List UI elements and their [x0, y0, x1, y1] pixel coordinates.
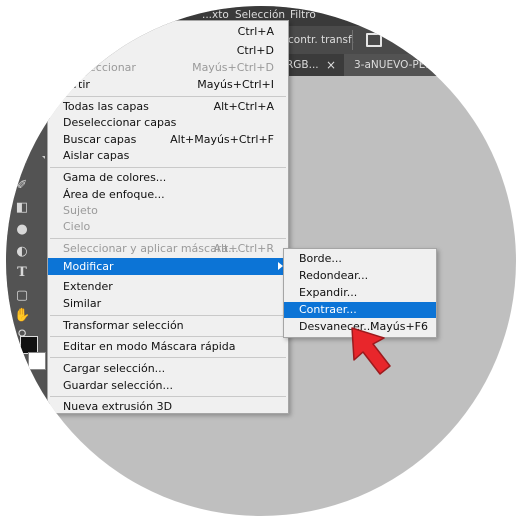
doc-tab-close-icon[interactable]: ×: [326, 58, 336, 72]
menu-item-label: Extender: [63, 280, 113, 293]
menu-item-sujeto[interactable]: Sujeto: [48, 203, 288, 219]
rectangle-tool-icon[interactable]: ▢: [14, 288, 30, 304]
menu-item-label: Deseleccionar capas: [63, 116, 177, 129]
menu-item-todas-las-capas[interactable]: Todas las capas Alt+Ctrl+A: [48, 99, 288, 115]
menu-item-label: Seleccionar y aplicar máscara...: [63, 242, 239, 255]
menu-item-gama-de-colores[interactable]: Gama de colores...: [48, 170, 288, 186]
menu-item-cielo[interactable]: Cielo: [48, 219, 288, 235]
menu-item-area-de-enfoque[interactable]: Área de enfoque...: [48, 187, 288, 203]
menu-item-todo[interactable]: Ctrl+A: [48, 24, 288, 40]
stamp-tool-icon[interactable]: ✦: [14, 156, 30, 172]
menu-item-label: Guardar selección...: [63, 379, 173, 392]
menu-item-aislar-capas[interactable]: Aislar capas: [48, 148, 288, 164]
type-tool-icon[interactable]: T: [14, 265, 30, 281]
menu-item-buscar-capas[interactable]: Buscar capas Alt+Mayús+Ctrl+F: [48, 132, 288, 148]
menu-item-label: Todas las capas: [63, 100, 149, 113]
menu-separator: [50, 238, 286, 239]
menu-item-shortcut: Alt+Ctrl+A: [213, 100, 274, 113]
menu-item-label: Redondear...: [299, 269, 369, 282]
menu-separator: [50, 357, 286, 358]
submenu-item-redondear[interactable]: Redondear...: [284, 268, 436, 284]
hand-tool-icon[interactable]: ✋: [14, 308, 30, 324]
eraser-tool-icon[interactable]: ◧: [14, 200, 30, 216]
menu-item-label: Contraer...: [299, 303, 357, 316]
menu-item-guardar-seleccion[interactable]: Guardar selección...: [48, 378, 288, 394]
menu-item-invertir[interactable]: ...rtir Mayús+Ctrl+I: [48, 77, 288, 93]
menubar-item-filtro[interactable]: Filtro: [290, 9, 316, 21]
menu-item-label: Transformar selección: [63, 319, 184, 332]
red-arrow-pointer-icon: [351, 327, 391, 375]
menu-item-label: Gama de colores...: [63, 171, 167, 184]
menu-item-shortcut: Alt+Ctrl+R: [213, 242, 274, 255]
options-bar-label[interactable]: contr. transf.: [288, 34, 354, 46]
menu-separator: [50, 315, 286, 316]
menu-item-label: Buscar capas: [63, 133, 137, 146]
menu-item-label: Aislar capas: [63, 149, 130, 162]
menu-separator: [50, 336, 286, 337]
menu-separator: [50, 396, 286, 397]
menu-item-nueva-extrusion-3d[interactable]: Nueva extrusión 3D: [48, 399, 288, 415]
menu-separator: [50, 96, 286, 97]
menu-item-seleccionar-y-aplicar-mascara[interactable]: Seleccionar y aplicar máscara... Alt+Ctr…: [48, 241, 288, 257]
menu-item-label: Cargar selección...: [63, 362, 166, 375]
history-brush-tool-icon[interactable]: ✐: [14, 178, 30, 194]
menu-item-volver-a-seleccionar[interactable]: ...seleccionar Mayús+Ctrl+D: [48, 60, 288, 76]
menu-item-shortcut: Mayús+Ctrl+I: [197, 78, 274, 91]
doc-tab-label: 3-aNUEVO-PES: [354, 59, 433, 71]
menu-item-shortcut: Ctrl+D: [236, 44, 274, 57]
submenu-item-expandir[interactable]: Expandir...: [284, 285, 436, 301]
menu-item-label: Editar en modo Máscara rápida: [63, 340, 236, 353]
menu-item-similar[interactable]: Similar: [48, 296, 288, 312]
background-color-swatch[interactable]: [28, 352, 46, 370]
menu-item-modificar[interactable]: Modificar: [48, 258, 288, 275]
menu-item-label: Expandir...: [299, 286, 358, 299]
seleccion-menu: Ctrl+A ...ar Ctrl+D ...seleccionar Mayús…: [47, 20, 289, 414]
menu-item-label: ...ar: [63, 44, 85, 57]
menu-item-editar-mascara-rapida[interactable]: Editar en modo Máscara rápida: [48, 339, 288, 355]
doc-tab-rgb[interactable]: RGB...: [286, 59, 319, 71]
menu-item-transformar-seleccion[interactable]: Transformar selección: [48, 318, 288, 334]
menu-item-shortcut: Mayús+Ctrl+D: [192, 61, 274, 74]
small-triangle-icon: [42, 156, 45, 159]
menu-item-label: Cielo: [63, 220, 91, 233]
menu-item-label: Nueva extrusión 3D: [63, 400, 173, 413]
align-icon[interactable]: [366, 33, 382, 47]
menu-item-label: Similar: [63, 297, 102, 310]
menu-item-deseleccionar[interactable]: ...ar Ctrl+D: [48, 43, 288, 59]
menu-item-label: Modificar: [63, 260, 114, 273]
menu-item-label: Borde...: [299, 252, 342, 265]
menu-item-shortcut: Alt+Mayús+Ctrl+F: [170, 133, 274, 146]
dodge-tool-icon[interactable]: ◐: [14, 244, 30, 260]
brush-tool-icon[interactable]: ✎: [14, 134, 30, 150]
menu-separator: [50, 167, 286, 168]
blur-tool-icon[interactable]: ●: [14, 222, 30, 238]
menu-item-label: ...rtir: [63, 78, 90, 91]
menu-item-deseleccionar-capas[interactable]: Deseleccionar capas: [48, 115, 288, 131]
menu-item-cargar-seleccion[interactable]: Cargar selección...: [48, 361, 288, 377]
menu-item-shortcut: Ctrl+A: [237, 25, 274, 38]
menu-item-label: ...seleccionar: [63, 61, 136, 74]
menu-item-label: Sujeto: [63, 204, 98, 217]
menu-item-label: Área de enfoque...: [63, 188, 165, 201]
submenu-item-contraer[interactable]: Contraer...: [284, 302, 436, 318]
screenshot-circle: ...xto Selección Filtro contr. transf. R…: [6, 6, 516, 516]
submenu-item-borde[interactable]: Borde...: [284, 251, 436, 267]
menu-item-extender[interactable]: Extender: [48, 279, 288, 295]
options-bar-divider: [352, 30, 353, 50]
